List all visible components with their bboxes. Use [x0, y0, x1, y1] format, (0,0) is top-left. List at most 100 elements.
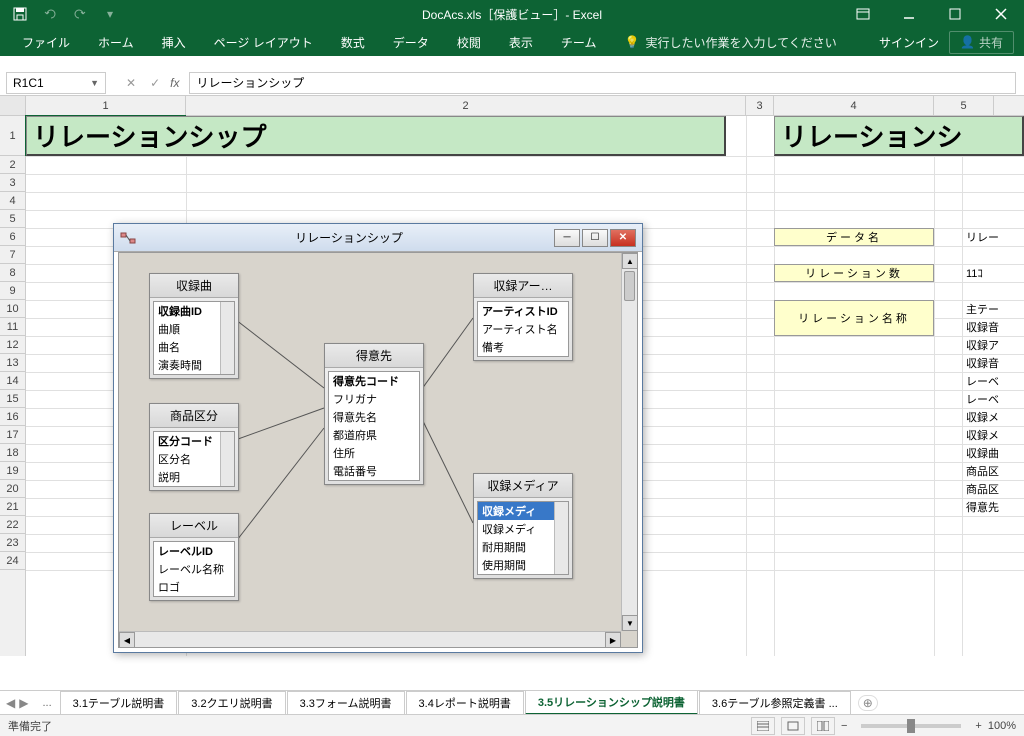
share-button[interactable]: 👤 共有: [949, 31, 1014, 54]
ribbon-display-button[interactable]: [840, 0, 886, 28]
tab-formulas[interactable]: 数式: [327, 28, 379, 56]
view-pagebreak-button[interactable]: [811, 717, 835, 735]
row-header[interactable]: 19: [0, 462, 25, 480]
window-title: DocAcs.xls［保護ビュー］- Excel: [422, 6, 602, 23]
tab-team[interactable]: チーム: [547, 28, 611, 56]
row-header[interactable]: 6: [0, 228, 25, 246]
tab-file[interactable]: ファイル: [8, 28, 84, 56]
tab-nav-prev[interactable]: ▶: [19, 696, 28, 710]
sheet-tab[interactable]: 3.3フォーム説明書: [287, 691, 405, 714]
qat-customize[interactable]: ▾: [96, 2, 124, 26]
dialog-scrollbar-h[interactable]: ◀ ▶: [119, 631, 621, 647]
row-header[interactable]: 9: [0, 282, 25, 300]
row-header[interactable]: 14: [0, 372, 25, 390]
cancel-formula-button[interactable]: ✕: [126, 76, 136, 90]
scrollbar[interactable]: [220, 302, 234, 374]
table-node[interactable]: 収録アー… アーティストID アーティスト名 備考: [473, 273, 573, 361]
signin-link[interactable]: サインイン: [879, 34, 939, 51]
scroll-thumb[interactable]: [624, 271, 635, 301]
row-header[interactable]: 22: [0, 516, 25, 534]
table-node[interactable]: 商品区分 区分コード 区分名 説明: [149, 403, 239, 491]
zoom-out-button[interactable]: −: [841, 720, 847, 732]
undo-button[interactable]: [36, 2, 64, 26]
scroll-down-button[interactable]: ▼: [622, 615, 638, 631]
dialog-scrollbar-v[interactable]: ▲ ▼: [621, 253, 637, 631]
col-header[interactable]: 5: [934, 96, 994, 115]
relationships-dialog[interactable]: リレーションシップ ─ ☐ ✕ 収録曲 収録曲ID 曲順 曲名 演奏時間: [113, 223, 643, 653]
tab-home[interactable]: ホーム: [84, 28, 148, 56]
row-header[interactable]: 24: [0, 552, 25, 570]
view-normal-button[interactable]: [751, 717, 775, 735]
dialog-titlebar[interactable]: リレーションシップ ─ ☐ ✕: [114, 224, 642, 252]
row-header[interactable]: 17: [0, 426, 25, 444]
tab-layout[interactable]: ページ レイアウト: [200, 28, 327, 56]
tab-data[interactable]: データ: [379, 28, 443, 56]
row-header[interactable]: 20: [0, 480, 25, 498]
col-header[interactable]: 3: [746, 96, 774, 115]
add-sheet-button[interactable]: ⊕: [858, 695, 878, 711]
row-header[interactable]: 4: [0, 192, 25, 210]
scrollbar[interactable]: [554, 502, 568, 574]
tab-view[interactable]: 表示: [495, 28, 547, 56]
zoom-level[interactable]: 100%: [988, 720, 1016, 732]
minimize-button[interactable]: [886, 0, 932, 28]
col-header[interactable]: 1: [26, 96, 186, 115]
table-node[interactable]: レーベル レーベルID レーベル名称 ロゴ: [149, 513, 239, 601]
scroll-right-button[interactable]: ▶: [605, 632, 621, 648]
maximize-button[interactable]: [932, 0, 978, 28]
zoom-thumb[interactable]: [907, 719, 915, 733]
fx-icon[interactable]: fx: [170, 76, 179, 90]
sheet-tab[interactable]: 3.6テーブル参照定義書 ...: [699, 691, 851, 714]
sheet-tab-active[interactable]: 3.5リレーションシップ説明書: [525, 690, 698, 715]
row-header[interactable]: 1: [0, 116, 25, 156]
row-header[interactable]: 5: [0, 210, 25, 228]
row-header[interactable]: 2: [0, 156, 25, 174]
save-button[interactable]: [6, 2, 34, 26]
quick-access-toolbar: ▾: [0, 2, 124, 26]
view-pagelayout-button[interactable]: [781, 717, 805, 735]
row-header[interactable]: 13: [0, 354, 25, 372]
enter-formula-button[interactable]: ✓: [150, 76, 160, 90]
redo-button[interactable]: [66, 2, 94, 26]
row-header[interactable]: 11: [0, 318, 25, 336]
close-button[interactable]: [978, 0, 1024, 28]
table-node[interactable]: 得意先 得意先コード フリガナ 得意先名 都道府県 住所 電話番号 ファクシミリ: [324, 343, 424, 485]
name-box[interactable]: R1C1 ▼: [6, 72, 106, 94]
row-header[interactable]: 12: [0, 336, 25, 354]
formula-input[interactable]: リレーションシップ: [189, 72, 1016, 94]
zoom-in-button[interactable]: +: [975, 720, 981, 732]
scroll-left-button[interactable]: ◀: [119, 632, 135, 648]
row-header[interactable]: 16: [0, 408, 25, 426]
row-header[interactable]: 7: [0, 246, 25, 264]
dialog-minimize-button[interactable]: ─: [554, 229, 580, 247]
row-header[interactable]: 10: [0, 300, 25, 318]
row-header[interactable]: 23: [0, 534, 25, 552]
dialog-close-button[interactable]: ✕: [610, 229, 636, 247]
tell-me-search[interactable]: 💡 実行したい作業を入力してください: [624, 34, 836, 51]
row-header[interactable]: 15: [0, 390, 25, 408]
tabs-overflow-left[interactable]: ...: [34, 697, 59, 709]
status-ready: 準備完了: [8, 718, 52, 734]
scrollbar[interactable]: [220, 432, 234, 486]
cell: 収録音: [964, 318, 999, 336]
col-header[interactable]: 2: [186, 96, 746, 115]
table-node[interactable]: 収録メディア 収録メディ 収録メディ 耐用期間 使用期間: [473, 473, 573, 579]
tab-review[interactable]: 校閲: [443, 28, 495, 56]
dialog-body[interactable]: 収録曲 収録曲ID 曲順 曲名 演奏時間 商品区分 区分コード 区分名 説明 レ…: [118, 252, 638, 648]
table-node[interactable]: 収録曲 収録曲ID 曲順 曲名 演奏時間: [149, 273, 239, 379]
scroll-up-button[interactable]: ▲: [622, 253, 638, 269]
table-title: 商品区分: [150, 404, 238, 428]
col-header[interactable]: 4: [774, 96, 934, 115]
dialog-maximize-button[interactable]: ☐: [582, 229, 608, 247]
sheet-tab[interactable]: 3.4レポート説明書: [406, 691, 524, 714]
row-header[interactable]: 8: [0, 264, 25, 282]
row-header[interactable]: 18: [0, 444, 25, 462]
tab-nav-first[interactable]: ◀: [6, 696, 15, 710]
sheet-tab[interactable]: 3.1テーブル説明書: [60, 691, 178, 714]
row-header[interactable]: 3: [0, 174, 25, 192]
select-all-corner[interactable]: [0, 96, 26, 115]
row-header[interactable]: 21: [0, 498, 25, 516]
zoom-slider[interactable]: [861, 724, 961, 728]
tab-insert[interactable]: 挿入: [148, 28, 200, 56]
sheet-tab[interactable]: 3.2クエリ説明書: [178, 691, 285, 714]
